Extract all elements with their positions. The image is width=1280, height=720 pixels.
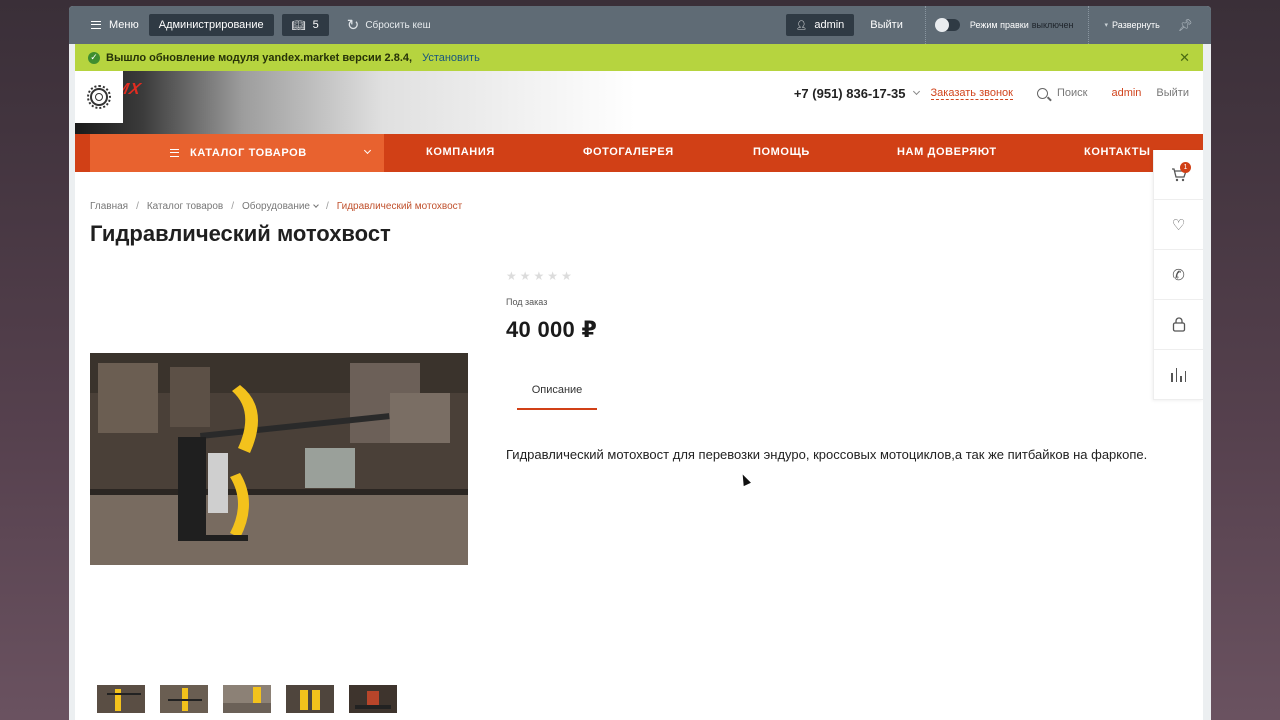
reset-cache-button[interactable]: ↻ Сбросить кеш [337,6,441,44]
thumbnail-1[interactable] [97,685,145,713]
product-description: Гидравлический мотохвост для перевозки э… [506,447,1148,462]
breadcrumb-separator: / [326,201,329,212]
chevron-down-icon[interactable] [912,87,920,96]
breadcrumb-home[interactable]: Главная [90,201,128,212]
breadcrumb-current: Гидравлический мотохвост [336,201,463,212]
admin-menu-button[interactable]: Меню [69,6,149,44]
install-update-link[interactable]: Установить [422,52,480,64]
thumbnail-5[interactable] [349,685,397,713]
heart-icon: ♡ [1171,216,1186,234]
star-icon: ★ [561,269,572,283]
nav-item-help[interactable]: ПОМОЩЬ [753,146,810,158]
compare-icon [1171,367,1186,382]
update-notice: ✓ Вышло обновление модуля yandex.market … [75,44,1203,71]
browser-window: Меню Администрирование 📖︎ 5 ↻ Сбросить к… [69,6,1211,720]
close-icon[interactable]: ✕ [1179,50,1190,66]
edit-mode-toggle[interactable]: Режим правки выключен [924,6,1088,44]
breadcrumb-equipment-label: Оборудование [241,201,310,212]
hamburger-icon [170,149,179,157]
gear-icon [87,85,111,109]
nav-item-trust[interactable]: НАМ ДОВЕРЯЮТ [897,146,997,158]
thumbnail-4[interactable] [286,685,334,713]
reset-cache-label: Сбросить кеш [365,19,431,31]
product-main-image[interactable] [90,353,468,565]
lock-icon [1172,317,1185,332]
hamburger-icon [91,21,101,29]
logout-link[interactable]: Выйти [1156,87,1189,99]
refresh-icon: ↻ [346,16,360,34]
catalog-menu-button[interactable]: КАТАЛОГ ТОВАРОВ [90,134,384,172]
admin-logout-button[interactable]: Выйти [862,6,925,44]
chevron-down-icon [313,202,319,208]
star-icon: ★ [506,269,517,283]
cart-count-badge: 1 [1180,162,1191,173]
star-icon: ★ [519,269,531,283]
expand-label: Развернуть [1112,20,1160,30]
callback-link[interactable]: Заказать звонок [930,87,1013,100]
product-photo-illustration [90,353,468,565]
administration-button[interactable]: Администрирование [148,14,274,36]
admin-menu-label: Меню [109,19,139,31]
settings-button[interactable] [75,71,123,123]
thumbnail-2[interactable] [160,685,208,713]
admin-panel: Меню Администрирование 📖︎ 5 ↻ Сбросить к… [69,6,1211,44]
check-circle-icon: ✓ [88,51,100,64]
nav-item-company[interactable]: КОМПАНИЯ [426,146,495,158]
product-price: 40 000 ₽ [506,317,598,342]
account-button[interactable] [1154,300,1203,350]
breadcrumb-equipment[interactable]: Оборудование [241,201,319,212]
user-icon: 👤︎ [795,19,808,30]
breadcrumb-separator: / [136,201,139,212]
notifications-button[interactable]: 📖︎ 5 [281,14,329,36]
callback-button[interactable]: ✆ [1154,250,1203,300]
side-toolbar: 1 ♡ ✆ [1153,150,1203,400]
update-notice-text: Вышло обновление модуля yandex.market ве… [106,51,413,64]
catalog-menu-label: КАТАЛОГ ТОВАРОВ [190,147,307,159]
pin-icon[interactable]: 📌︎ [1174,18,1211,32]
notifications-count: 5 [312,19,319,31]
tab-description[interactable]: Описание [517,384,597,410]
mouse-cursor-icon [739,472,751,487]
breadcrumb: Главная / Каталог товаров / Оборудование… [90,201,462,212]
favorites-button[interactable]: ♡ [1154,200,1203,250]
availability-status: Под заказ [506,297,548,307]
search-icon[interactable] [1036,87,1048,99]
star-icon: ★ [547,269,559,283]
logo-banner: MX [75,71,635,134]
cart-button[interactable]: 1 [1154,150,1203,200]
search-link[interactable]: Поиск [1057,87,1087,99]
administration-label: Администрирование [158,19,264,31]
edit-mode-label: Режим правки [969,20,1029,30]
admin-user-label: admin [814,19,845,31]
admin-user-button[interactable]: 👤︎ admin [785,14,855,36]
book-icon: 📖︎ [291,19,306,32]
header-contacts: +7 (951) 836-17-35 Заказать звонок Поиск… [794,78,1189,108]
admin-logout-label: Выйти [870,19,903,31]
breadcrumb-separator: / [231,201,234,212]
nav-item-gallery[interactable]: ФОТОГАЛЕРЕЯ [583,146,674,158]
expand-button[interactable]: ▾ Развернуть [1087,6,1174,44]
toggle-switch-icon[interactable] [934,18,960,32]
thumbnail-3[interactable] [223,685,271,713]
nav-item-contacts[interactable]: КОНТАКТЫ [1084,146,1150,158]
chevron-down-icon: ▾ [1104,22,1109,29]
chevron-down-icon [363,146,372,155]
star-icon: ★ [533,269,545,283]
page-title: Гидравлический мотохвост [90,221,391,246]
phone-number[interactable]: +7 (951) 836-17-35 [794,86,906,101]
site-header: MX +7 (951) 836-17-35 Заказать звонок По… [75,71,1203,134]
site-page: MX +7 (951) 836-17-35 Заказать звонок По… [75,71,1203,720]
main-nav: КАТАЛОГ ТОВАРОВ КОМПАНИЯ ФОТОГАЛЕРЕЯ ПОМ… [75,134,1203,172]
product-rating[interactable]: ★ ★ ★ ★ ★ [506,269,572,283]
breadcrumb-catalog[interactable]: Каталог товаров [147,201,223,212]
edit-mode-state: выключен [1031,20,1074,30]
product-thumbnails [97,685,397,713]
phone-icon: ✆ [1172,266,1185,284]
compare-button[interactable] [1154,350,1203,400]
user-profile-link[interactable]: admin [1111,87,1141,99]
